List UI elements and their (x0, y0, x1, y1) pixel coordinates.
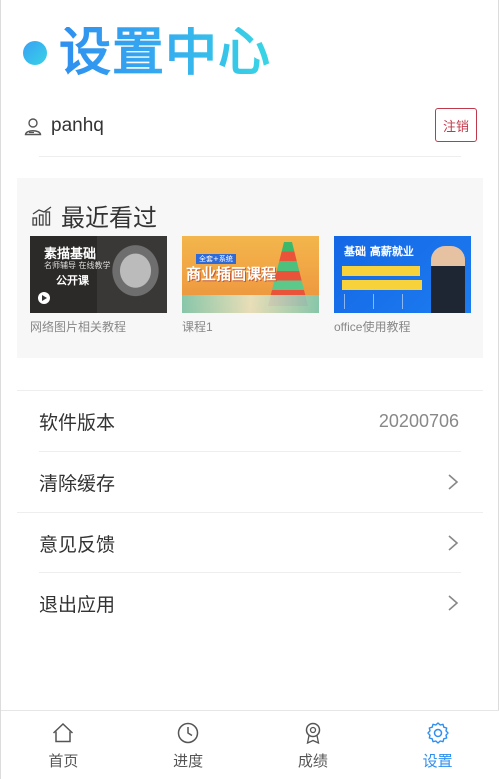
course-name: office使用教程 (334, 320, 411, 334)
recent-section: 最近看过 素描基础 名师辅导 在线教学 公开课 网络图片相关教程 全套+系统 商… (17, 178, 483, 358)
chevron-right-icon (448, 595, 459, 611)
chevron-right-icon (448, 474, 459, 490)
header-dot-icon (23, 41, 47, 65)
cloud-decoration (182, 295, 319, 313)
menu-label: 退出应用 (39, 593, 116, 616)
home-icon (53, 722, 74, 743)
thumb-banner (342, 266, 420, 276)
recent-title: 最近看过 (61, 204, 157, 232)
page-title: 设置中心 (59, 23, 272, 83)
tab-progress[interactable]: 进度 (126, 711, 251, 779)
course-card[interactable]: 素描基础 名师辅导 在线教学 公开课 网络图片相关教程 (30, 236, 167, 335)
thumb-text: 商业插画课程 (186, 265, 277, 283)
clock-icon (177, 722, 199, 744)
recent-header: 最近看过 (31, 198, 157, 233)
user-icon (24, 118, 42, 136)
page-header: 设置中心 (23, 18, 271, 88)
thumb-text: 名师辅导 在线教学 (44, 261, 111, 270)
thumb-text: 公开课 (56, 274, 89, 287)
chart-icon (32, 205, 52, 226)
menu-label: 软件版本 (39, 411, 116, 434)
version-value: 20200706 (378, 410, 459, 431)
tab-label: 进度 (173, 752, 204, 770)
play-icon (38, 292, 50, 304)
course-thumbnail: 素描基础 名师辅导 在线教学 公开课 (30, 236, 167, 313)
tab-label: 设置 (422, 752, 453, 770)
logout-button[interactable]: 注销 (435, 108, 477, 142)
course-card[interactable]: 基础 高薪就业 office使用教程 (334, 236, 471, 335)
tab-label: 首页 (48, 752, 79, 770)
chevron-right-icon (448, 535, 459, 551)
menu-item-exit[interactable]: 退出应用 (17, 573, 483, 633)
user-row: panhq 注销 (23, 106, 477, 146)
thumb-text: 基础 高薪就业 (344, 245, 414, 258)
course-name: 网络图片相关教程 (30, 320, 127, 334)
tab-home[interactable]: 首页 (1, 711, 126, 779)
menu-item-clear-cache[interactable]: 清除缓存 (17, 452, 483, 512)
menu-label: 清除缓存 (39, 472, 116, 495)
presenter-image (431, 246, 465, 313)
course-card[interactable]: 全套+系统 商业插画课程 课程1 (182, 236, 319, 335)
app-frame: 设置中心 panhq 注销 最近看过 素描基础 名师辅导 在线教学 公开课 网络… (0, 0, 499, 779)
course-name: 课程1 (182, 320, 213, 334)
menu-label: 意见反馈 (39, 533, 116, 556)
tab-scores[interactable]: 成绩 (251, 711, 376, 779)
course-thumbnail: 全套+系统 商业插画课程 (182, 236, 319, 313)
tab-label: 成绩 (297, 752, 328, 770)
username: panhq (51, 115, 104, 136)
tab-settings[interactable]: 设置 (375, 711, 499, 779)
portrait-image (97, 236, 167, 313)
menu-item-feedback[interactable]: 意见反馈 (17, 513, 483, 573)
gear-icon (426, 722, 449, 744)
divider (39, 156, 461, 157)
menu-item-version: 软件版本 20200706 (17, 391, 483, 451)
thumb-banner (342, 280, 422, 290)
thumb-grid (344, 294, 430, 309)
bottom-tab-bar: 首页 进度 成绩 设置 (1, 710, 499, 779)
medal-icon (305, 722, 321, 745)
course-thumbnail: 基础 高薪就业 (334, 236, 471, 313)
